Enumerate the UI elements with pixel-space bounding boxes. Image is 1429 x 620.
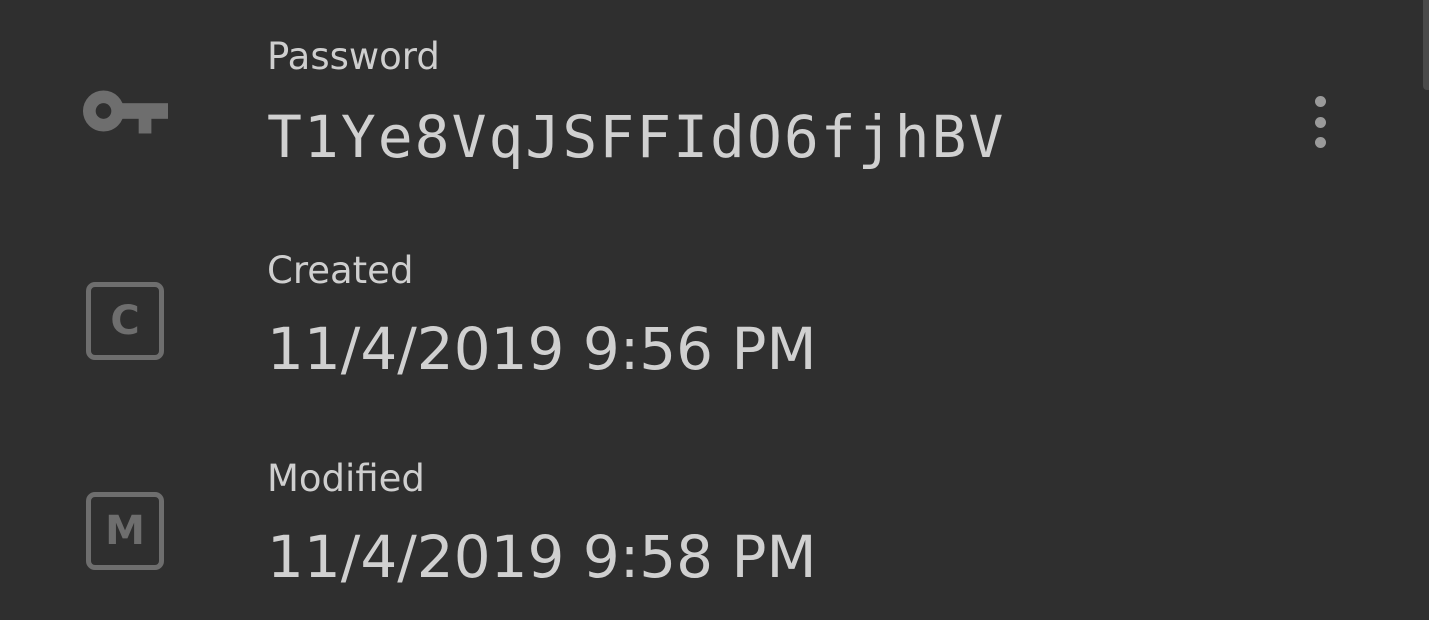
password-field-row[interactable]: Password T1Ye8VqJSFFIdO6fjhBV	[0, 0, 1429, 210]
more-vertical-icon-dot	[1314, 116, 1326, 128]
password-value[interactable]: T1Ye8VqJSFFIdO6fjhBV	[267, 108, 1005, 166]
modified-field-row: M Modified 11/4/2019 9:58 PM	[0, 420, 1429, 620]
created-icon: C	[82, 278, 168, 364]
entry-details-screen: Password T1Ye8VqJSFFIdO6fjhBV C Created …	[0, 0, 1429, 620]
created-value: 11/4/2019 9:56 PM	[267, 315, 817, 383]
key-icon	[82, 68, 168, 154]
more-vertical-icon-dot	[1314, 137, 1326, 148]
modified-label: Modified	[267, 457, 425, 500]
more-vertical-icon	[1314, 96, 1326, 107]
created-icon-badge: C	[86, 282, 164, 360]
created-field-row: C Created 11/4/2019 9:56 PM	[0, 210, 1429, 420]
password-label: Password	[267, 35, 440, 78]
created-label: Created	[267, 249, 414, 292]
more-options-button[interactable]	[1300, 96, 1340, 148]
modified-value: 11/4/2019 9:58 PM	[267, 523, 817, 591]
modified-icon-badge: M	[86, 492, 164, 570]
modified-icon: M	[82, 488, 168, 574]
